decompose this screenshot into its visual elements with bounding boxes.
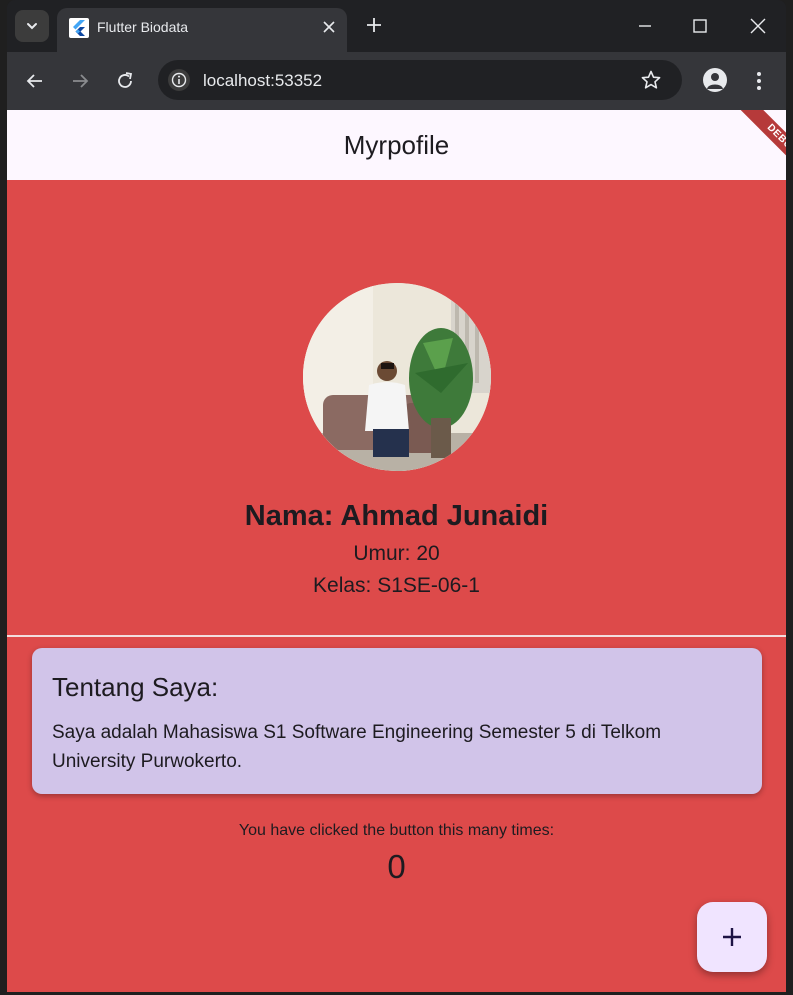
star-icon[interactable] bbox=[640, 69, 662, 91]
plus-icon bbox=[367, 18, 381, 32]
app-bar-title: Myrpofile bbox=[343, 129, 450, 160]
reload-icon bbox=[118, 72, 133, 88]
browser-tab[interactable]: Flutter Biodata bbox=[57, 8, 347, 52]
tab-title: Flutter Biodata bbox=[97, 19, 189, 35]
info-icon[interactable] bbox=[168, 69, 190, 91]
flutter-icon bbox=[69, 18, 89, 38]
kebab-icon[interactable] bbox=[755, 69, 763, 93]
back-button[interactable] bbox=[23, 69, 47, 93]
counter-label: You have clicked the button this many ti… bbox=[238, 822, 555, 839]
profile-photo bbox=[303, 283, 491, 471]
divider bbox=[7, 635, 786, 637]
about-card: Tentang Saya: Saya adalah Mahasiswa S1 S… bbox=[32, 648, 762, 794]
back-arrow-icon bbox=[26, 74, 42, 88]
reload-button[interactable] bbox=[113, 69, 137, 93]
add-icon bbox=[723, 928, 741, 946]
profile-name: Nama: Ahmad Junaidi bbox=[244, 500, 549, 532]
new-tab-button[interactable] bbox=[363, 14, 385, 36]
tab-strip: Flutter Biodata bbox=[7, 0, 786, 52]
forward-arrow-icon bbox=[73, 74, 89, 88]
maximize-icon bbox=[693, 19, 707, 33]
increment-button[interactable] bbox=[697, 902, 767, 972]
avatar bbox=[303, 283, 491, 471]
profile-class: Kelas: S1SE-06-1 bbox=[313, 574, 480, 597]
address-bar[interactable]: localhost:53352 bbox=[158, 60, 682, 100]
url-text[interactable]: localhost:53352 bbox=[203, 71, 322, 91]
forward-button[interactable] bbox=[68, 69, 92, 93]
close-window-button[interactable] bbox=[746, 14, 770, 38]
profile-icon[interactable] bbox=[703, 68, 727, 92]
tab-search-button[interactable] bbox=[15, 10, 49, 42]
chevron-down-icon bbox=[25, 19, 39, 33]
close-tab-button[interactable] bbox=[319, 17, 339, 37]
browser-window: Flutter Biodata localhost:53352 Myrpofil… bbox=[7, 0, 786, 992]
app-bar: Myrpofile bbox=[7, 110, 786, 180]
minimize-button[interactable] bbox=[633, 14, 657, 38]
close-icon bbox=[750, 18, 766, 34]
profile-age: Umur: 20 bbox=[353, 542, 440, 565]
about-heading: Tentang Saya: bbox=[52, 672, 219, 702]
browser-toolbar: localhost:53352 bbox=[7, 52, 786, 110]
maximize-button[interactable] bbox=[688, 14, 712, 38]
close-icon bbox=[323, 21, 335, 33]
minimize-icon bbox=[639, 25, 651, 27]
flutter-app: Myrpofile DEBUG Nama: Ahmad Junaidi Umur… bbox=[7, 110, 786, 992]
about-body: Saya adalah Mahasiswa S1 Software Engine… bbox=[52, 722, 662, 772]
counter-value: 0 bbox=[387, 848, 406, 885]
